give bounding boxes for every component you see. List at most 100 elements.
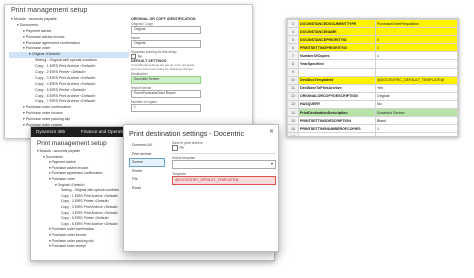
row-number: 12 — [287, 91, 299, 101]
tree-item-label: Original <Default> — [57, 182, 85, 187]
tree-item-label: Copy - 5 EIRS Printer <Default> — [35, 87, 87, 92]
spreadsheet-row: 17 — [287, 132, 458, 136]
tree-item-label: Copy - 3 EIRS Print Archive <Default> — [61, 204, 119, 209]
cell-key[interactable]: DOCINSTANCEPRIORITYID — [298, 35, 376, 45]
chevron-down-icon: ▾ — [270, 161, 273, 167]
spreadsheet-row: 12 ORIGINALORCOPYDESCRIPTION Original — [287, 91, 458, 101]
cell-key[interactable]: DOCINSTANCEDOCUMENTTYPE — [298, 19, 376, 29]
tree-item-label: Copy - 3 EIRS Print Archive <Default> — [35, 75, 96, 80]
destination-field[interactable]: Docentric Screen — [131, 75, 201, 84]
divider — [172, 152, 276, 154]
row-number: 4 — [287, 27, 299, 37]
spreadsheet-row: 13 HASQUERY No — [287, 99, 458, 110]
cell-key[interactable]: DestDocTemplateId — [298, 75, 376, 85]
template-select[interactable]: ▾ — [172, 160, 276, 170]
default-settings-note: If conditional settings are set up or do… — [131, 63, 195, 72]
destination-item[interactable]: File — [129, 175, 165, 184]
tree-item-label: Setting - Original with special conditio… — [61, 188, 120, 193]
spreadsheet-table: 3 DOCINSTANCEDOCUMENTTYPE PurchaseOrderReq… — [287, 19, 458, 136]
tree-item-label: Copy - 4 EIRS Print Archive <Default> — [35, 81, 96, 86]
tree-item-label: Copy - 1 EIRS Print Archive <Default> — [61, 193, 119, 198]
cell-value[interactable]: Yes — [375, 83, 458, 93]
cell-value[interactable]: No — [375, 99, 458, 110]
row-number: 11 — [287, 83, 299, 93]
print-management-tree[interactable]: ▾ Module - accounts payable ▾ Documents ▾ … — [9, 17, 129, 129]
cell-value[interactable]: @DOCENTRIC_DEFAULT_TEMPLATE@ — [375, 75, 458, 85]
cell-key[interactable]: PrintDestinationDescription — [298, 108, 376, 118]
tree-item-label: Purchase order confirmation — [25, 105, 71, 110]
destination-item[interactable]: Email — [129, 184, 165, 193]
cell-value[interactable] — [375, 27, 458, 37]
spreadsheet-row: 11 DestSaveToPrintArchive Yes — [287, 83, 458, 93]
cell-key[interactable]: PRINTSETTINGNUMBEROFCOPIES — [298, 124, 376, 134]
destination-item[interactable]: Print archive — [129, 150, 165, 159]
destination-list: Docentric AX Print archive Screen Printer Fi… — [129, 141, 165, 193]
row-number: 6 — [287, 43, 299, 53]
tree-item[interactable]: ▾ Purchase order receipt — [35, 244, 135, 250]
cell-value[interactable]: 1 — [375, 51, 458, 61]
tree-item-label: Purchase agreement confirmation — [51, 171, 103, 176]
destination-item[interactable]: Printer — [129, 167, 165, 176]
cell-value[interactable] — [375, 67, 458, 77]
window-title: Print management setup — [11, 7, 88, 14]
cell-value[interactable]: Blank — [375, 116, 458, 126]
close-icon[interactable]: ✕ — [269, 128, 274, 135]
tree-item-label: Copy - 7 EIRS Print Archive <Default> — [35, 99, 96, 104]
tree-item-label: Payment advice — [25, 28, 52, 33]
cell-key[interactable]: PRINTSETTINGPRIORITYID — [298, 43, 376, 53]
print-destination-dialog: Print destination settings - Docentric ✕… — [123, 124, 279, 252]
report-format-field[interactable]: PurchPurchaseOrder.Report — [131, 89, 201, 98]
cell-key[interactable]: PRINTSETTINGDESCRIPTION — [298, 116, 376, 126]
spreadsheet-row: 8 YearSpecified — [287, 59, 458, 69]
save-archive-toggle[interactable]: No — [172, 145, 276, 151]
tree-item-label: Documents — [19, 22, 38, 27]
tree-item-label: Copy - 4 EIRS Print Archive <Default> — [61, 210, 119, 215]
spreadsheet-row: 14 PrintDestinationDescription Docentric S… — [287, 108, 458, 118]
tree-item-label: Purchase order invoice — [51, 232, 87, 237]
tree-item-label: Copy - 6 EIRS Print Archive <Default> — [61, 221, 119, 226]
row-number: 9 — [287, 67, 299, 77]
tree-item-label: Module - accounts payable — [13, 17, 57, 21]
cell-value[interactable] — [375, 59, 458, 69]
tree-item-label: Purchase order invoice — [25, 111, 63, 116]
row-number: 16 — [287, 124, 299, 134]
app-name[interactable]: Dynamics 365 — [36, 129, 65, 134]
cell-key[interactable]: DestSaveToPrintArchive — [298, 83, 376, 93]
spreadsheet-row: 10 DestDocTemplateId @DOCENTRIC_DEFAULT_TE… — [287, 75, 458, 85]
spreadsheet-row: 5 DOCINSTANCEPRIORITYID 0 — [287, 35, 458, 45]
destination-item[interactable]: Docentric AX — [129, 141, 165, 150]
cell-key[interactable]: YearSpecified — [298, 59, 376, 69]
row-number: 7 — [287, 51, 299, 61]
tree-item-label: Payment advice — [51, 160, 76, 165]
name-field[interactable]: Original — [131, 40, 201, 48]
tree-item-label: Copy - 2 EIRS Printer <Default> — [61, 199, 110, 204]
spreadsheet-row: 9 — [287, 67, 458, 77]
cell-value[interactable]: 1 — [375, 124, 458, 134]
tree-item-label: Purchase order confirmation — [51, 227, 95, 232]
cell-key[interactable]: ORIGINALORCOPYDESCRIPTION — [298, 91, 376, 101]
cell-key[interactable] — [298, 132, 376, 136]
row-number: 3 — [287, 19, 299, 29]
cell-value[interactable]: PurchaseOrderRequisition — [375, 19, 458, 29]
tree-item-label: Copy - 1 EIRS Print Archive <Default> — [35, 64, 96, 69]
tree-item-label: Documents — [45, 154, 63, 159]
copies-field[interactable]: 1 — [131, 103, 201, 112]
row-number: 10 — [287, 75, 299, 85]
window-title: Print management setup — [37, 140, 107, 147]
original-copy-select[interactable]: Original — [131, 26, 201, 34]
cell-key[interactable] — [298, 67, 376, 77]
destination-item[interactable]: Screen — [129, 158, 165, 167]
tree-item-label: Copy - 6 EIRS Print Archive <Default> — [35, 93, 96, 98]
tree-item-label: Purchase advice invoice — [51, 165, 89, 170]
template-id-field[interactable]: @DOCENTRIC_DEFAULT_TEMPLATE@ — [172, 176, 276, 186]
cell-value[interactable] — [375, 132, 458, 136]
cell-value[interactable]: Docentric Screen — [375, 108, 458, 118]
spreadsheet-panel: 3 DOCINSTANCEDOCUMENTTYPE PurchaseOrderReq… — [286, 18, 459, 137]
cell-key[interactable]: HASQUERY — [298, 99, 376, 110]
cell-key[interactable]: DOCINSTANCENAME — [298, 27, 376, 37]
cell-value[interactable]: 1 — [375, 43, 458, 53]
cell-value[interactable]: 0 — [375, 35, 458, 45]
cell-key[interactable]: NumberOfCopies — [298, 51, 376, 61]
cell-value[interactable]: Original — [375, 91, 458, 101]
print-management-tree[interactable]: ▾ Module - accounts payable ▾ Documents ▾ … — [35, 149, 135, 250]
